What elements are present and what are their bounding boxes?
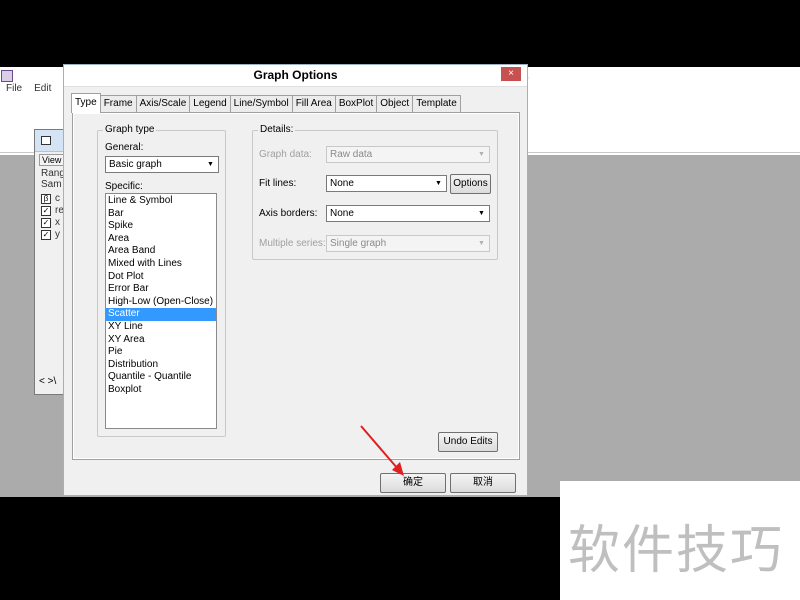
tab-type[interactable]: Type (71, 93, 101, 113)
watermark-text: 软件技巧 (568, 522, 785, 580)
watermark: 软件技巧 (560, 481, 800, 600)
screenshot: File Edit O s View Rang Sam β c ✓ re ✓ x… (0, 0, 800, 600)
